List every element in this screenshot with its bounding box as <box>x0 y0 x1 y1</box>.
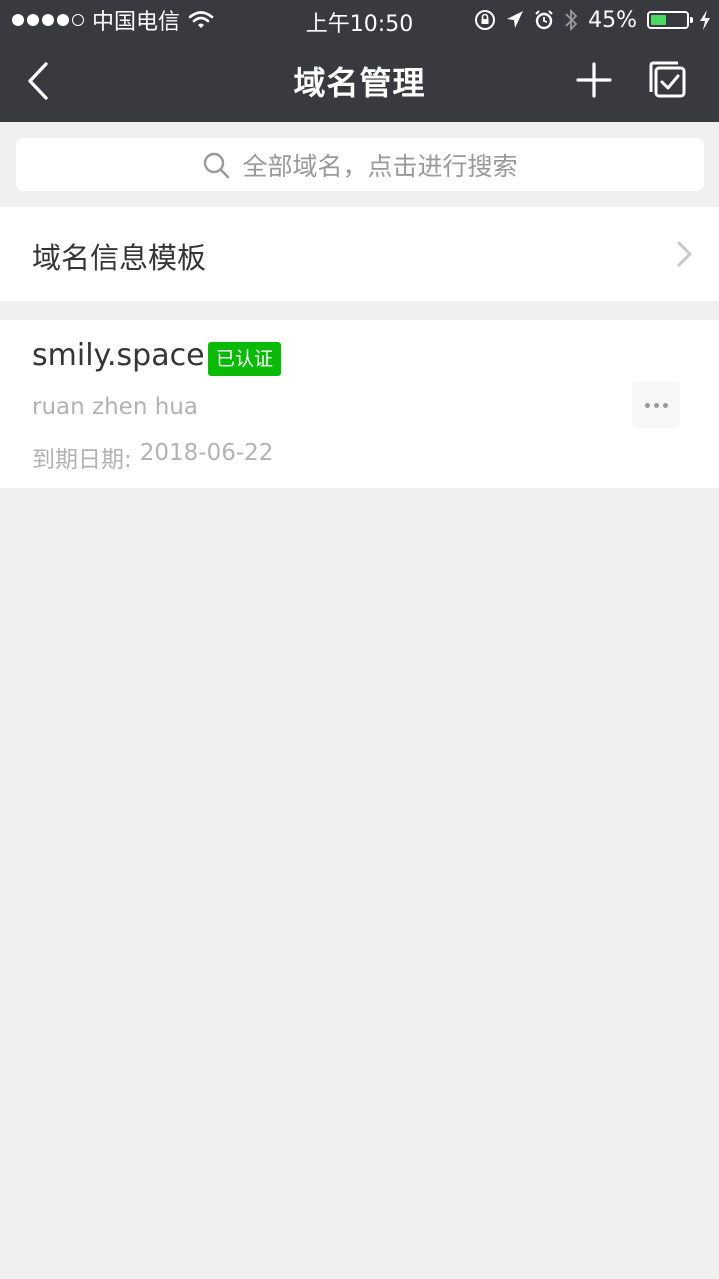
battery-icon <box>647 11 693 29</box>
multi-select-button[interactable] <box>646 60 690 100</box>
status-bar: 中国电信 上午10:50 45% <box>0 0 719 40</box>
search-placeholder: 全部域名，点击进行搜索 <box>242 151 518 181</box>
battery-percent: 45% <box>588 7 637 33</box>
charging-bolt-icon <box>700 10 710 30</box>
add-button[interactable] <box>574 60 614 100</box>
domain-expiry: 到期日期: 2018-06-22 <box>32 440 273 474</box>
chevron-right-icon <box>677 241 692 267</box>
template-row-label: 域名信息模板 <box>32 241 207 275</box>
alarm-icon <box>535 10 553 30</box>
location-arrow-icon <box>507 11 524 28</box>
domain-name: smily.space <box>32 338 205 373</box>
domain-list-item[interactable]: smily.space 已认证 ruan zhen hua 到期日期: 2018… <box>0 320 719 488</box>
domain-template-row[interactable]: 域名信息模板 <box>0 207 719 301</box>
header: 中国电信 上午10:50 45% 域名管理 <box>0 0 719 122</box>
verified-badge: 已认证 <box>208 342 282 376</box>
status-right: 45% <box>474 6 711 34</box>
rotation-lock-icon <box>475 10 496 30</box>
more-dots-icon <box>644 402 650 408</box>
search-icon <box>204 152 230 178</box>
search-input[interactable]: 全部域名，点击进行搜索 <box>16 138 704 191</box>
bluetooth-icon <box>565 8 578 32</box>
search-area: 全部域名，点击进行搜索 <box>0 122 719 206</box>
domain-owner: ruan zhen hua <box>32 394 198 420</box>
more-options-button[interactable] <box>632 382 680 428</box>
expiry-date: 2018-06-22 <box>139 440 274 466</box>
expiry-label: 到期日期: <box>32 447 132 473</box>
nav-bar: 域名管理 <box>0 40 719 122</box>
